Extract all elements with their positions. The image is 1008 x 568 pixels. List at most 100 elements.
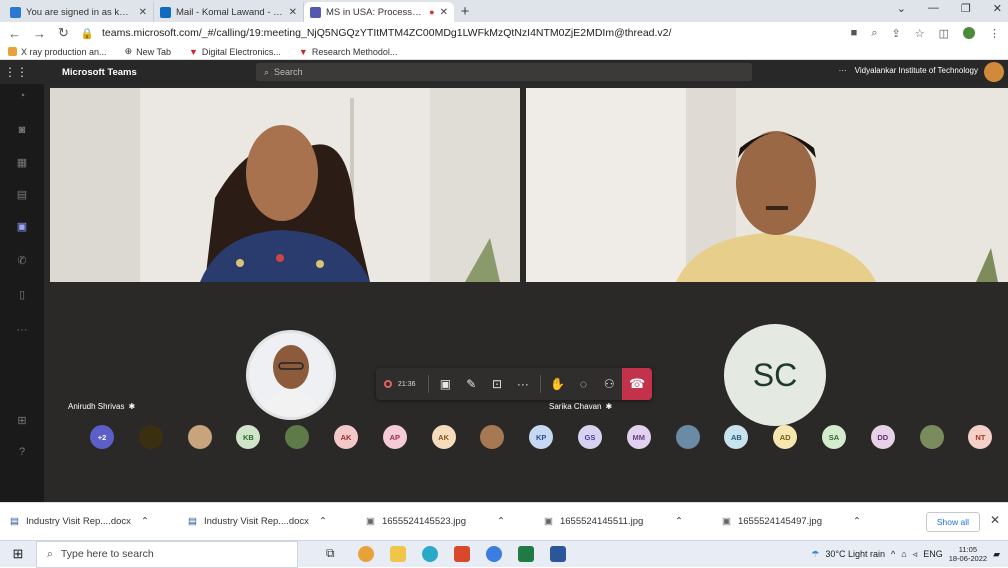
org-switcher[interactable]: ··· Vidyalankar Institute of Technology (839, 66, 978, 75)
participant-avatar-initials[interactable]: SC (724, 324, 826, 426)
forward-icon[interactable]: → (33, 26, 46, 41)
close-downloads-icon[interactable]: ✕ (990, 513, 1000, 527)
chat-button[interactable]: ◌ (571, 368, 597, 400)
download-item[interactable]: ▤ Industry Visit Rep....docx ⌃ (10, 516, 188, 527)
download-item[interactable]: ▤ Industry Visit Rep....docx ⌃ (188, 516, 366, 527)
close-window-icon[interactable]: ✕ (993, 2, 1002, 15)
video-tile[interactable] (526, 88, 1008, 282)
participant-avatar[interactable]: AP (382, 425, 407, 449)
participant-avatar-photo[interactable] (246, 330, 336, 420)
chevron-up-icon[interactable]: ⌃ (853, 516, 861, 527)
participant-avatar-photo[interactable] (187, 425, 212, 449)
restore-icon[interactable]: ❐ (961, 2, 971, 15)
clock[interactable]: 11:05 18-06-2022 (949, 545, 987, 563)
camera-icon[interactable]: ■ (851, 27, 858, 40)
browser-tab[interactable]: Mail - Komal Lawand - Outlook ✕ (154, 2, 304, 22)
participant-avatar[interactable]: AB (724, 425, 749, 449)
participant-avatar[interactable]: KP (529, 425, 554, 449)
participant-avatar[interactable]: AK (431, 425, 456, 449)
hang-up-button[interactable]: ☎ (622, 368, 652, 400)
lock-icon[interactable]: 🔒 (81, 27, 94, 40)
apps-icon[interactable]: ⊞ (8, 414, 36, 436)
calls-icon[interactable]: ✆ (8, 254, 36, 276)
more-apps-icon[interactable]: ··· (8, 324, 36, 346)
reload-icon[interactable]: ↻ (58, 25, 69, 41)
bookmark-item[interactable]: ⊕ New Tab (125, 46, 171, 57)
word-icon[interactable] (550, 546, 566, 562)
participant-avatar[interactable]: AD (773, 425, 798, 449)
share-icon[interactable]: ⇪ (892, 27, 901, 40)
volume-icon[interactable]: ◃ (913, 549, 918, 560)
address-bar[interactable]: 🔒 teams.microsoft.com/_#/calling/19:meet… (81, 27, 839, 40)
chevron-up-icon[interactable]: ⌃ (497, 516, 505, 527)
notifications-icon[interactable]: ▰ (993, 549, 1000, 560)
participant-avatar-photo[interactable] (285, 425, 310, 449)
files-icon[interactable]: ▯ (8, 288, 36, 310)
bookmark-item[interactable]: X ray production an... (8, 47, 107, 57)
menu-icon[interactable]: ⋮ (989, 27, 1000, 40)
participant-avatar-photo[interactable] (919, 425, 944, 449)
bookmark-item[interactable]: ▼ Research Methodol... (299, 47, 397, 57)
bookmark-star-icon[interactable]: ☆ (915, 27, 925, 40)
browser-tab[interactable]: You are signed in as komal.lawan ✕ (4, 2, 154, 22)
tab-search-icon[interactable]: ⌄ (897, 2, 906, 15)
windows-start-icon[interactable]: ⊞ (0, 546, 36, 562)
chat-icon[interactable]: ◙ (8, 124, 36, 146)
weather-text[interactable]: 30°C Light rain (825, 549, 885, 559)
excel-icon[interactable] (518, 546, 534, 562)
download-item[interactable]: ▣ 1655524145497.jpg ⌃ (722, 516, 900, 527)
tray-chevron-icon[interactable]: ^ (891, 549, 895, 559)
participant-avatar-photo[interactable] (675, 425, 700, 449)
profile-icon[interactable] (963, 26, 975, 39)
download-item[interactable]: ▣ 1655524145511.jpg ⌃ (544, 516, 722, 527)
language-indicator[interactable]: ENG (923, 549, 943, 559)
app-launcher-icon[interactable]: ⋮⋮ (0, 65, 32, 79)
participant-avatar[interactable]: AK (333, 425, 358, 449)
assignments-icon[interactable]: ▤ (8, 188, 36, 210)
raise-hand-button[interactable]: ✋ (545, 368, 571, 400)
participant-avatar[interactable]: KB (236, 425, 261, 449)
participants-button[interactable]: ⚇ (596, 368, 622, 400)
chevron-up-icon[interactable]: ⌃ (319, 516, 327, 527)
search-input[interactable]: ⌕ Search (256, 63, 752, 81)
teams-rail-icon[interactable]: ▦ (8, 156, 36, 178)
chevron-up-icon[interactable]: ⌃ (141, 516, 149, 527)
sidebar-icon[interactable]: ◫ (939, 27, 949, 40)
task-view-icon[interactable]: ⧉ (326, 546, 342, 562)
new-tab-button[interactable]: + (454, 2, 476, 22)
share-screen-button[interactable]: ⊡ (484, 368, 510, 400)
help-icon[interactable]: ? (8, 446, 36, 468)
network-icon[interactable]: ⌂ (901, 549, 906, 559)
calendar-icon[interactable]: ▣ (8, 220, 36, 242)
file-explorer-icon[interactable] (390, 546, 406, 562)
participant-avatar-photo[interactable] (480, 425, 505, 449)
close-tab-icon[interactable]: ✕ (289, 7, 297, 18)
participant-avatar[interactable]: +2 (90, 425, 114, 449)
minimize-icon[interactable]: — (928, 2, 939, 15)
participant-avatar[interactable]: SA (821, 425, 846, 449)
office-icon[interactable] (454, 546, 470, 562)
activity-icon[interactable]: ◔ (8, 90, 36, 112)
video-tile[interactable] (50, 88, 520, 282)
more-actions-button[interactable]: ··· (510, 368, 536, 400)
participant-avatar[interactable]: NT (968, 425, 993, 449)
user-avatar[interactable] (984, 62, 1004, 82)
bookmark-item[interactable]: ▼ Digital Electronics... (189, 47, 281, 57)
zoom-icon[interactable]: ⌕ (871, 27, 877, 40)
browser-tab-active[interactable]: MS in USA: Process, Exams ● ✕ (304, 2, 454, 22)
more-icon[interactable]: ··· (839, 66, 847, 75)
show-all-button[interactable]: Show all (925, 512, 980, 532)
chevron-up-icon[interactable]: ⌃ (675, 516, 683, 527)
chrome-icon[interactable] (486, 546, 502, 562)
camera-off-button[interactable]: ▣ (433, 368, 459, 400)
download-item[interactable]: ▣ 1655524145523.jpg ⌃ (366, 516, 544, 527)
close-tab-icon[interactable]: ✕ (440, 7, 448, 18)
close-tab-icon[interactable]: ✕ (139, 7, 147, 18)
edge-icon[interactable] (422, 546, 438, 562)
participant-avatar-photo[interactable] (138, 425, 163, 449)
chrome-icon[interactable] (358, 546, 374, 562)
taskbar-search-input[interactable]: ⌕ Type here to search (36, 540, 298, 568)
back-icon[interactable]: ← (8, 26, 21, 41)
participant-avatar[interactable]: DD (870, 425, 895, 449)
participant-avatar[interactable]: GS (577, 425, 602, 449)
